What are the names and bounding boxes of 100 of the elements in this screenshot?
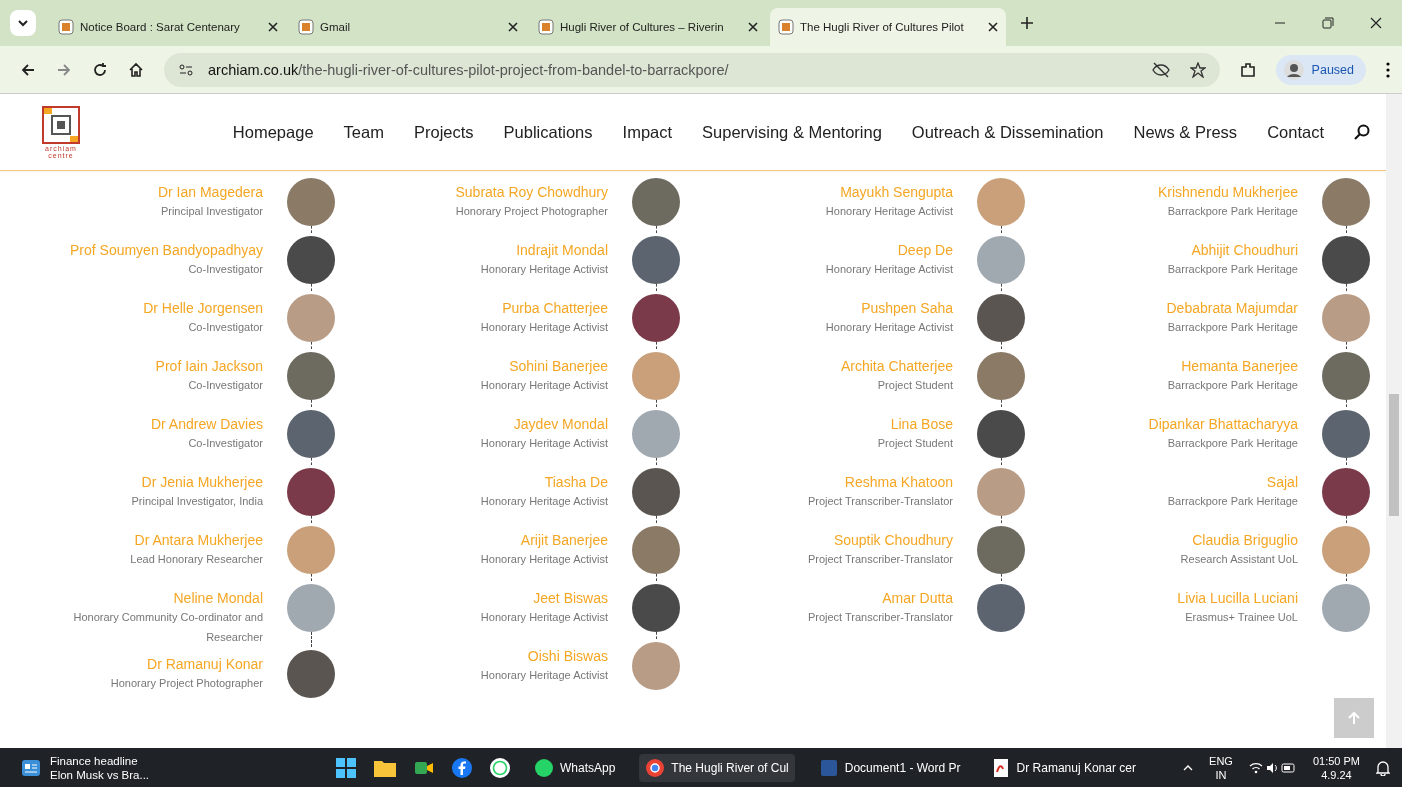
member-name[interactable]: Dipankar Bhattacharyya: [1148, 415, 1298, 433]
extensions-icon[interactable]: [1239, 61, 1256, 78]
member-name[interactable]: Mayukh Sengupta: [840, 183, 953, 201]
member-name[interactable]: Dr Ramanuj Konar: [147, 655, 263, 673]
photo-placeholder: [1322, 526, 1370, 574]
member-name[interactable]: Prof Iain Jackson: [155, 357, 263, 375]
member-name[interactable]: Dr Andrew Davies: [150, 415, 263, 433]
eye-slash-icon[interactable]: [1151, 61, 1170, 78]
member-name[interactable]: Subrata Roy Chowdhury: [455, 183, 608, 201]
clock[interactable]: 01:50 PM 4.9.24: [1312, 753, 1360, 782]
facebook-icon[interactable]: [452, 757, 472, 778]
member-role: Barrackpore Park Heritage: [1167, 436, 1298, 451]
photo-placeholder: [977, 178, 1025, 226]
member-name[interactable]: Dr Ian Magedera: [157, 183, 263, 201]
nav-link[interactable]: Supervising & Mentoring: [702, 122, 882, 142]
nav-link[interactable]: Outreach & Dissemination: [911, 122, 1104, 142]
reload-icon[interactable]: [92, 61, 108, 78]
member-name[interactable]: Pushpen Saha: [861, 299, 953, 317]
nav-link[interactable]: News & Press: [1133, 122, 1238, 142]
photo-placeholder: [287, 294, 335, 342]
windows-icon[interactable]: [336, 757, 356, 778]
member-name[interactable]: Hemanta Banerjee: [1181, 357, 1298, 375]
member-name[interactable]: Neline Mondal: [173, 589, 263, 607]
nav-link[interactable]: Impact: [622, 122, 673, 142]
nav-link[interactable]: Team: [343, 122, 384, 142]
member-role: Honorary Heritage Activist: [825, 204, 953, 219]
member-role: Project Student: [877, 378, 953, 393]
member-name[interactable]: Purba Chatterjee: [502, 299, 608, 317]
back-icon[interactable]: [20, 61, 36, 78]
nav-link[interactable]: Publications: [503, 122, 593, 142]
chevron-down-icon: [17, 17, 29, 29]
member-name[interactable]: Jaydev Mondal: [513, 415, 608, 433]
member-name[interactable]: Livia Lucilla Luciani: [1177, 589, 1298, 607]
member-role: Erasmus+ Trainee UoL: [1185, 610, 1298, 625]
member-name[interactable]: Amar Dutta: [882, 589, 953, 607]
member-name[interactable]: Dr Helle Jorgensen: [143, 299, 263, 317]
member-name[interactable]: Souptik Choudhury: [833, 531, 953, 549]
tab-list-button[interactable]: [10, 10, 36, 36]
restore-icon[interactable]: [1322, 17, 1334, 29]
member-name[interactable]: Archita Chatterjee: [840, 357, 953, 375]
nav-link[interactable]: Homepage: [232, 122, 314, 142]
scrollbar[interactable]: [1386, 94, 1402, 748]
member-name[interactable]: Oishi Biswas: [527, 647, 608, 665]
close-icon[interactable]: [1370, 17, 1382, 29]
photo-placeholder: [977, 236, 1025, 284]
browser-tab[interactable]: Hugli River of Cultures – Riverin: [530, 8, 766, 46]
member-role: Project Transcriber-Translator: [807, 494, 953, 509]
member-name[interactable]: Claudia Briguglio: [1192, 531, 1298, 549]
close-icon[interactable]: [508, 22, 518, 32]
member-name[interactable]: Prof Soumyen Bandyopadhyay: [70, 241, 263, 259]
taskbar-app[interactable]: Dr Ramanuj Konar cer: [984, 753, 1142, 782]
home-icon[interactable]: [128, 61, 144, 78]
photo-placeholder: [977, 352, 1025, 400]
browser-tab[interactable]: The Hugli River of Cultures Pilot: [770, 8, 1006, 46]
search-icon[interactable]: [1354, 124, 1370, 140]
site-settings-icon[interactable]: [178, 61, 194, 78]
folder-icon[interactable]: [374, 758, 396, 777]
member-role: Co-Investigator: [188, 262, 263, 277]
nav-link[interactable]: Projects: [413, 122, 474, 142]
member-name[interactable]: Lina Bose: [890, 415, 953, 433]
profile-button[interactable]: Paused: [1275, 54, 1366, 85]
new-tab-icon[interactable]: [1020, 16, 1034, 30]
menu-icon[interactable]: [1386, 61, 1390, 78]
close-icon[interactable]: [268, 22, 278, 32]
arrow-up-icon: [1347, 711, 1361, 725]
member-name[interactable]: Dr Jenia Mukherjee: [141, 473, 263, 491]
member-name[interactable]: Deep De: [897, 241, 953, 259]
photo-placeholder: [1322, 352, 1370, 400]
member-name[interactable]: Sohini Banerjee: [509, 357, 608, 375]
language-indicator[interactable]: ENG IN: [1209, 753, 1233, 782]
photo-placeholder: [287, 526, 335, 574]
favicon-icon: [538, 19, 554, 35]
taskbar-app[interactable]: WhatsApp: [528, 753, 622, 782]
member-name[interactable]: Arijit Banerjee: [520, 531, 608, 549]
status-icons-drawing[interactable]: [1248, 760, 1297, 775]
news-widget[interactable]: Finance headline Elon Musk vs Bra...: [22, 753, 302, 782]
close-icon[interactable]: [988, 22, 998, 32]
browser-tab[interactable]: Notice Board : Sarat Centenary: [50, 8, 286, 46]
bell-icon[interactable]: [1376, 759, 1390, 776]
member-name[interactable]: Dr Antara Mukherjee: [134, 531, 263, 549]
member-role: Barrackpore Park Heritage: [1167, 204, 1298, 219]
member-name[interactable]: Reshma Khatoon: [844, 473, 953, 491]
close-icon[interactable]: [748, 22, 758, 32]
scrollbar-thumb[interactable]: [1389, 394, 1399, 516]
forward-icon[interactable]: [56, 61, 72, 78]
nav-link[interactable]: Contact: [1267, 122, 1324, 142]
photo-placeholder: [1322, 294, 1370, 342]
member-name[interactable]: Indrajit Mondal: [516, 241, 608, 259]
member-name[interactable]: Abhijit Choudhuri: [1191, 241, 1298, 259]
member-name[interactable]: Jeet Biswas: [533, 589, 608, 607]
star-icon[interactable]: [1189, 61, 1206, 78]
taskbar-app[interactable]: The Hugli River of Cul: [639, 753, 795, 782]
member-name[interactable]: Krishnendu Mukherjee: [1157, 183, 1298, 201]
member-name[interactable]: Sajal: [1266, 473, 1298, 491]
member-name[interactable]: Debabrata Majumdar: [1166, 299, 1298, 317]
member-name[interactable]: Tiasha De: [544, 473, 608, 491]
address-bar[interactable]: archiam.co.uk/the-hugli-river-of-cultures-pilot-project-from-bandel-to-barrackpore/: [164, 52, 1220, 87]
browser-tab[interactable]: Gmail: [290, 8, 526, 46]
photo-placeholder: [632, 468, 680, 516]
taskbar-app[interactable]: Document1 - Word Pr: [812, 753, 967, 782]
